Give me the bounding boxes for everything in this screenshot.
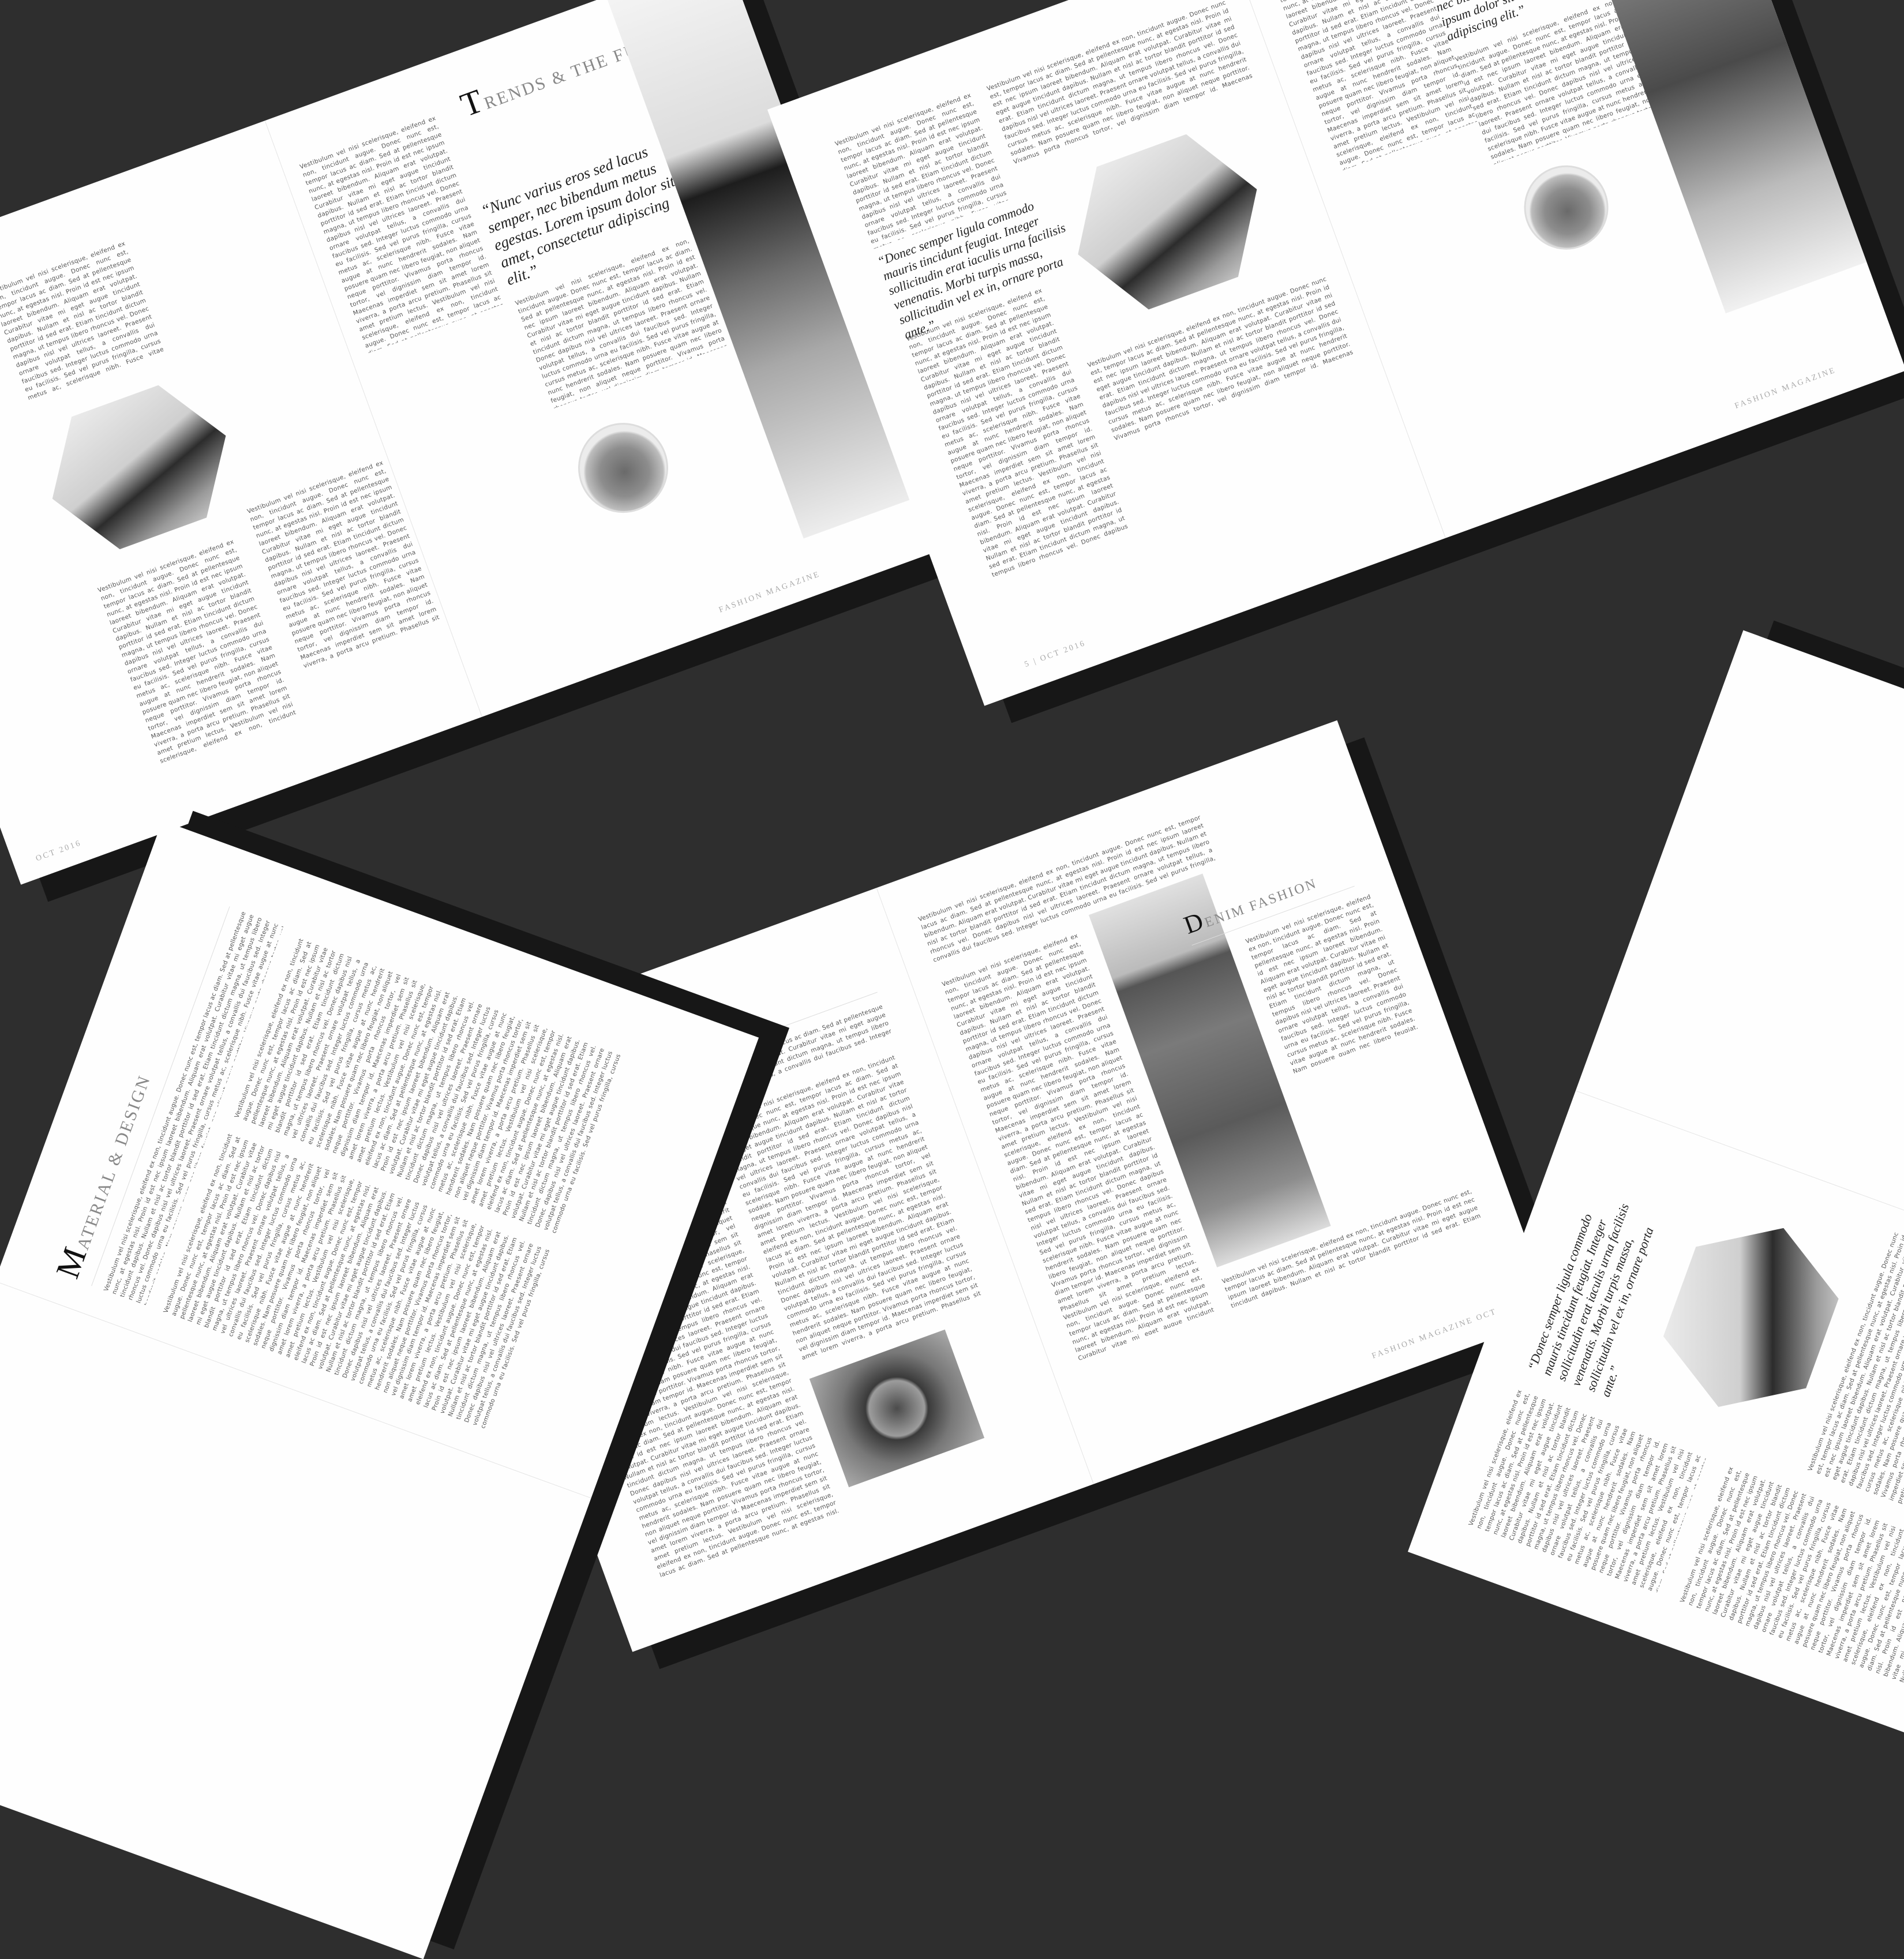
- folio-left: 5 | OCT 2016: [1023, 639, 1088, 669]
- body-column: Vestibulum vel nisi scelerisque, eleifen…: [905, 287, 1130, 580]
- body-column: Vestibulum vel nisi scelerisque, eleifen…: [0, 240, 166, 403]
- folio-left: OCT 2016: [35, 839, 83, 864]
- spread-trends-top-right: Vestibulum vel nisi scelerisque, eleifen…: [767, 0, 1904, 706]
- body-column: Vestibulum vel nisi scelerisque, eleifen…: [1086, 275, 1355, 444]
- body-column: Vestibulum vel nisi scelerisque, eleifen…: [299, 115, 504, 354]
- body-column: Vestibulum vel nisi scelerisque, eleifen…: [1806, 1231, 1904, 1505]
- body-column: Vestibulum vel nisi scelerisque, eleifen…: [96, 538, 298, 766]
- handbag-photo: [565, 410, 681, 526]
- folio-magazine: FASHION MAGAZINE: [718, 569, 822, 615]
- folio-issue: OCT 2016: [35, 838, 83, 864]
- folio-magazine: FASHION MAGAZINE: [1733, 366, 1838, 411]
- folio-right: FASHION MAGAZINE: [718, 570, 822, 616]
- hexagon-photo: [1643, 1200, 1860, 1435]
- folio-issue: OCT 2016: [1039, 639, 1088, 664]
- hexagon-photo: [27, 365, 252, 569]
- handbag-photo: [1512, 153, 1621, 262]
- folio-right: FASHION MAGAZINE: [1734, 366, 1838, 411]
- jeans-button-photo: [809, 1329, 985, 1488]
- folio-magazine: FASHION MAGAZINE: [1370, 1316, 1475, 1361]
- body-column: Vestibulum vel nisi scelerisque, eleifen…: [1678, 1465, 1904, 1684]
- body-column: Vestibulum vel nisi scelerisque, eleifen…: [985, 0, 1254, 167]
- hexagon-photo: [1050, 114, 1284, 331]
- body-column: Vestibulum vel nisi scelerisque, eleifen…: [246, 459, 441, 671]
- folio-page: 5: [1023, 659, 1032, 669]
- body-column: Vestibulum vel nisi scelerisque, eleifen…: [1245, 893, 1419, 1074]
- pull-quote: “Donec semper ligula commodo mauris tinc…: [1524, 1201, 1656, 1399]
- body-column: Vestibulum vel nisi scelerisque, eleifen…: [1467, 1388, 1706, 1593]
